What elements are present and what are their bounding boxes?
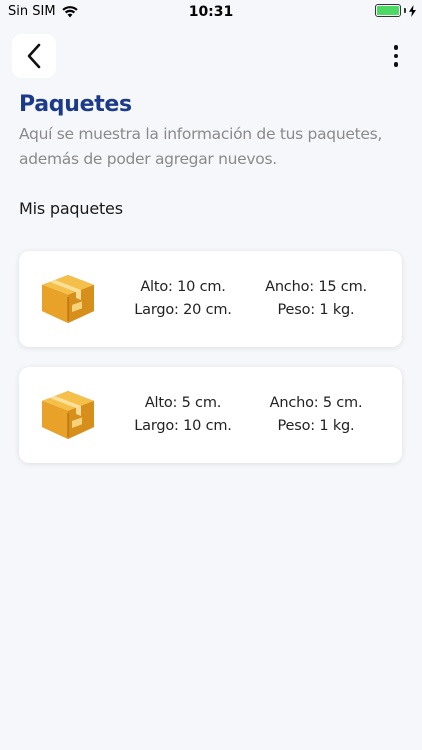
largo-label: Largo: 10 cm. xyxy=(134,418,232,434)
alto-label: Alto: 10 cm. xyxy=(140,279,226,295)
dims-right: Ancho: 15 cm. Peso: 1 kg. xyxy=(251,251,381,347)
package-card[interactable]: Alto: 5 cm. Largo: 10 cm. Ancho: 5 cm. P… xyxy=(19,367,402,463)
package-box-icon xyxy=(42,275,94,323)
chevron-left-icon xyxy=(27,43,41,69)
clock: 10:31 xyxy=(188,4,234,20)
dims-right: Ancho: 5 cm. Peso: 1 kg. xyxy=(251,367,381,463)
peso-label: Peso: 1 kg. xyxy=(277,418,355,434)
dims-left: Alto: 5 cm. Largo: 10 cm. xyxy=(119,367,247,463)
section-title: Mis paquetes xyxy=(19,199,123,218)
page-title: Paquetes xyxy=(19,92,132,117)
back-button[interactable] xyxy=(12,34,56,78)
charging-bolt-icon xyxy=(409,4,416,17)
dims-left: Alto: 10 cm. Largo: 20 cm. xyxy=(119,251,247,347)
alto-label: Alto: 5 cm. xyxy=(144,395,222,411)
ancho-label: Ancho: 15 cm. xyxy=(265,279,367,295)
largo-label: Largo: 20 cm. xyxy=(134,302,232,318)
screen: Sin SIM 10:31 Paquetes Aquí se muestra l… xyxy=(0,0,422,750)
battery-group xyxy=(375,4,416,17)
package-card[interactable]: Alto: 10 cm. Largo: 20 cm. Ancho: 15 cm.… xyxy=(19,251,402,347)
peso-label: Peso: 1 kg. xyxy=(277,302,355,318)
status-bar: Sin SIM 10:31 xyxy=(0,0,422,24)
package-box-icon xyxy=(42,391,94,439)
page-description: Aquí se muestra la información de tus pa… xyxy=(19,125,382,168)
battery-icon xyxy=(375,4,401,17)
more-vertical-icon xyxy=(393,45,399,50)
ancho-label: Ancho: 5 cm. xyxy=(269,395,363,411)
more-options-button[interactable] xyxy=(386,42,406,70)
